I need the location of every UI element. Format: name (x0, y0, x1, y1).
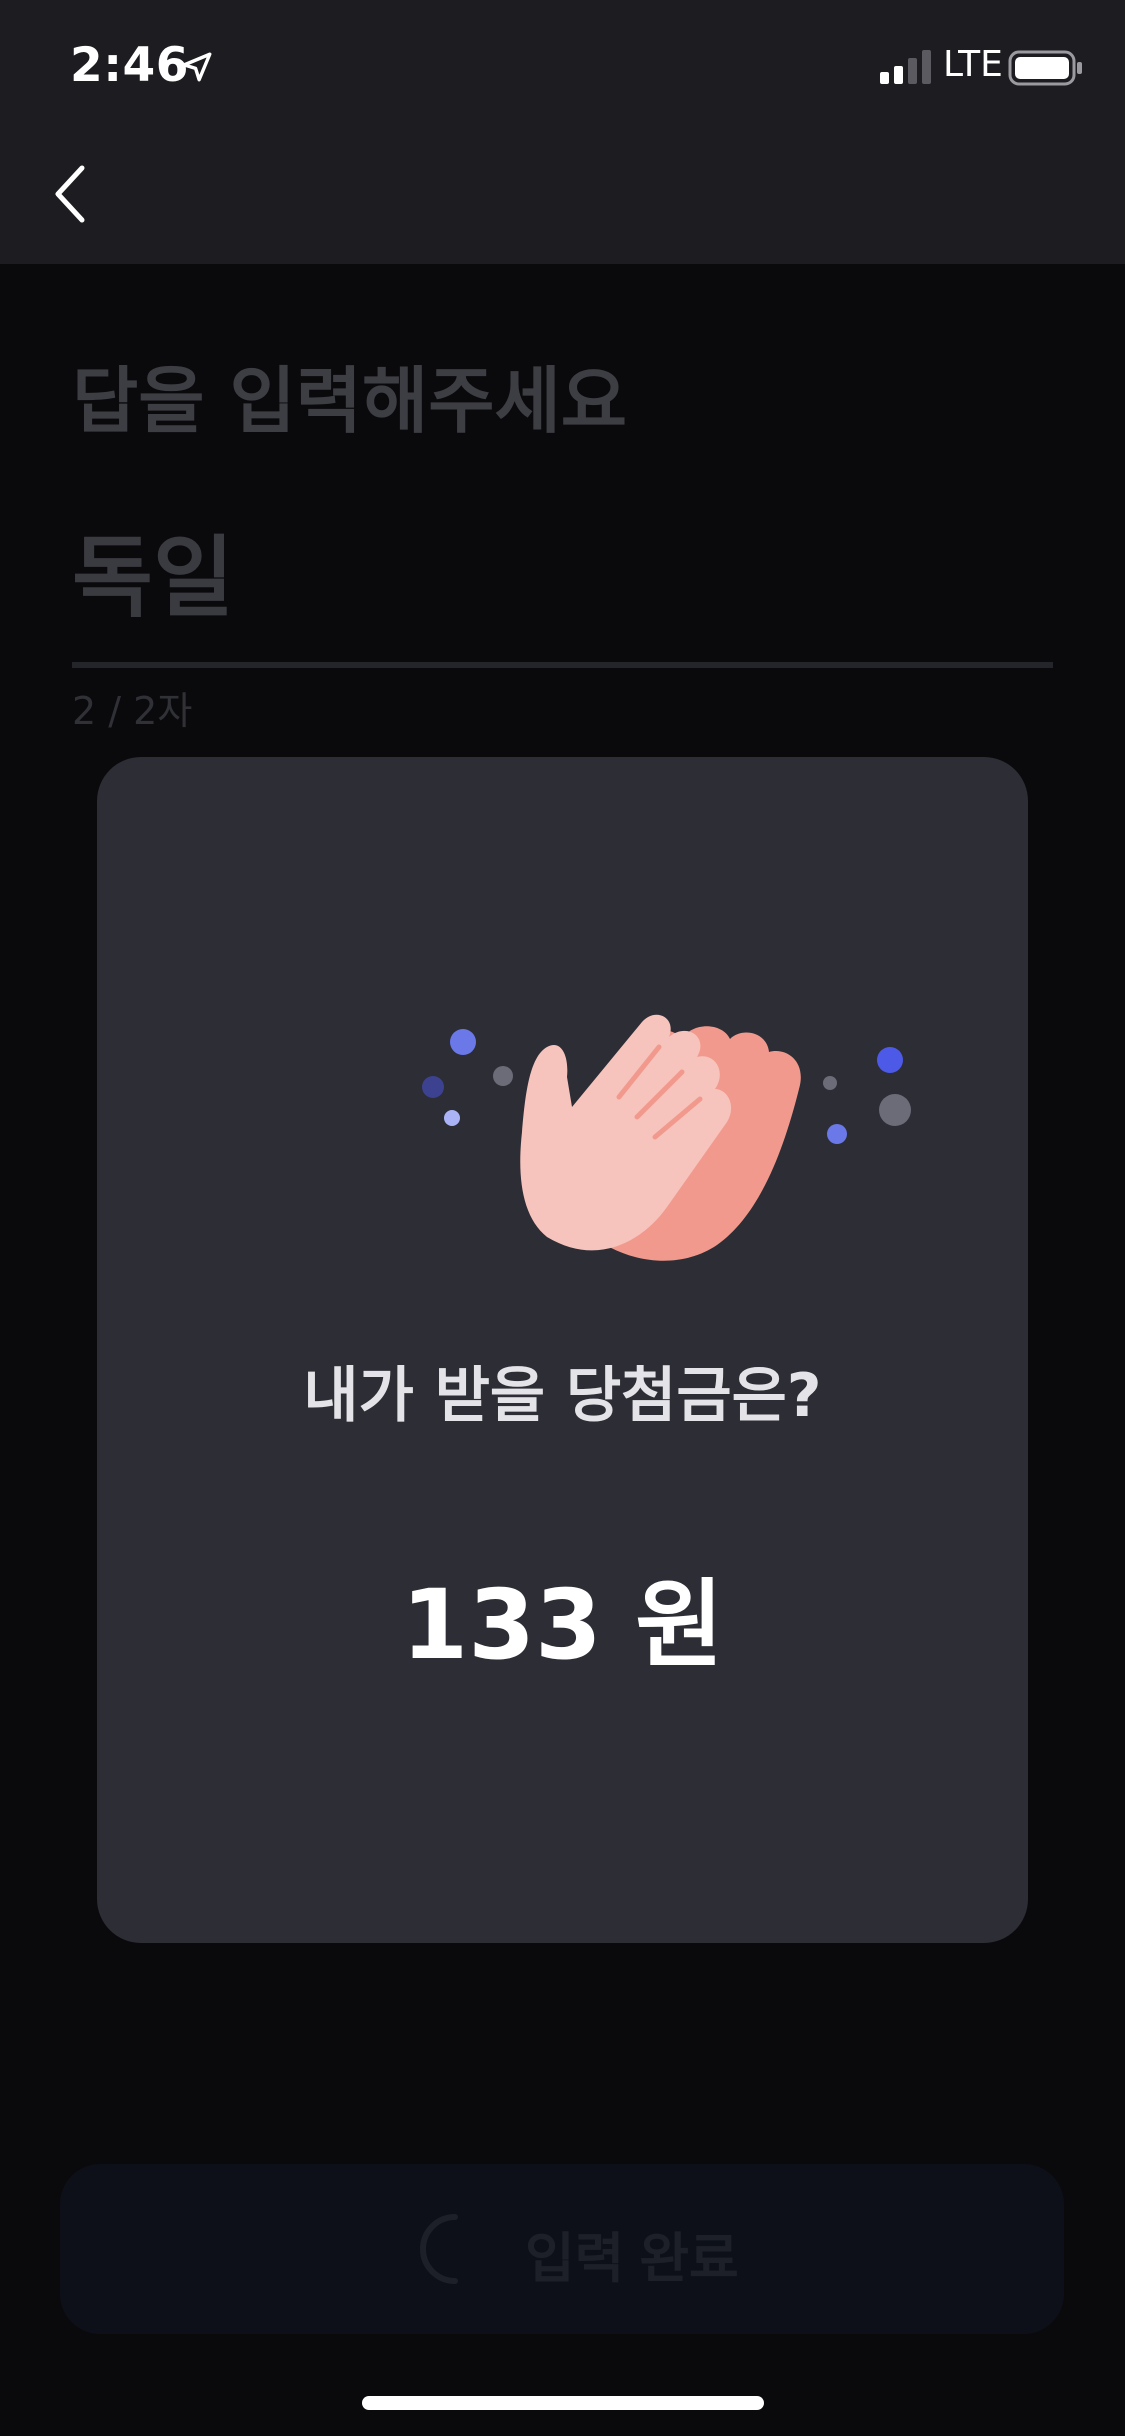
modal-question: 내가 받을 당첨금은? (303, 1361, 822, 1431)
clapping-hands-icon (422, 1014, 911, 1261)
answer-input[interactable] (72, 514, 1052, 626)
page-title: 답을 입력해주세요 (72, 359, 627, 443)
battery-icon (1008, 50, 1082, 86)
chevron-left-icon[interactable] (44, 158, 96, 230)
network-label: LTE (943, 44, 1003, 85)
location-arrow-icon (182, 52, 212, 82)
spinner-icon (420, 2214, 458, 2284)
input-underline (72, 662, 1053, 668)
home-indicator[interactable] (362, 2396, 764, 2410)
status-time: 2:46 (70, 38, 189, 93)
top-bar: 2:46 LTE (0, 0, 1125, 264)
prize-amount: 133 원 (401, 1569, 724, 1681)
prize-modal: 내가 받을 당첨금은? 133 원 (97, 757, 1028, 1943)
submit-label: 입력 완료 (525, 2229, 739, 2289)
signal-icon (880, 50, 931, 84)
submit-button[interactable]: 입력 완료 (60, 2164, 1064, 2334)
char-counter: 2 / 2자 (72, 689, 193, 733)
